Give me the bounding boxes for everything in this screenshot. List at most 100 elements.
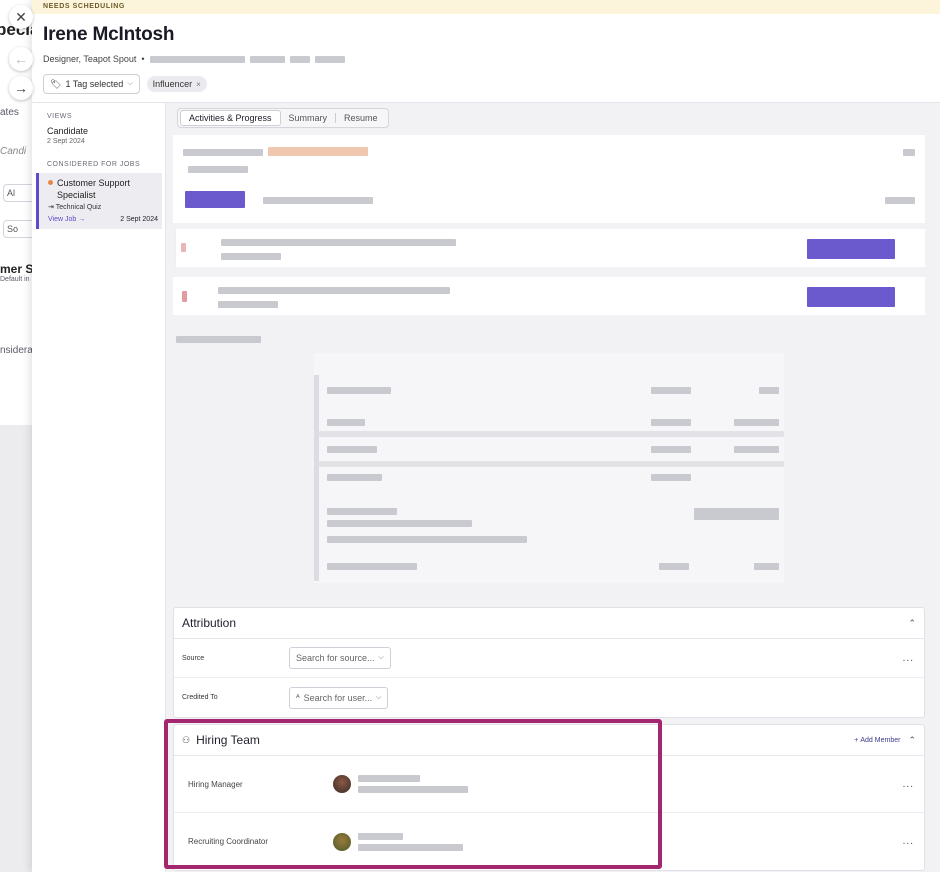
- credited-label: Credited To: [182, 694, 218, 701]
- hiring-team-header: ⚇ Hiring Team + Add Member ⌃: [174, 725, 924, 756]
- more-options-icon[interactable]: ...: [903, 653, 914, 664]
- redacted-text: [183, 149, 263, 156]
- remove-tag-icon[interactable]: ×: [196, 80, 201, 89]
- attribution-header[interactable]: Attribution ⌃: [174, 608, 924, 639]
- view-item-date: 2 Sept 2024: [47, 138, 85, 145]
- redacted-badge: [807, 287, 895, 307]
- status-banner: NEEDS SCHEDULING: [32, 0, 940, 14]
- view-item-title: Candidate: [47, 126, 89, 136]
- redacted-text: [885, 197, 915, 204]
- separator-bullet: •: [141, 54, 145, 64]
- arrow-left-icon: ←: [14, 51, 28, 67]
- status-dot: [48, 180, 53, 185]
- bg-text: ates: [0, 107, 19, 118]
- more-options-icon[interactable]: ...: [903, 779, 914, 790]
- activity-card: [173, 229, 925, 267]
- redacted-badge: [807, 239, 895, 259]
- redacted-marker: [181, 243, 186, 252]
- bg-considered-text: nsidera: [0, 345, 33, 356]
- redacted-text: [221, 239, 456, 246]
- view-item-candidate[interactable]: Candidate 2 Sept 2024: [32, 120, 165, 145]
- candidate-subtitle: Designer, Teapot Spout •: [43, 54, 929, 64]
- avatar: [333, 775, 351, 793]
- redacted-contact: [289, 55, 310, 63]
- hiring-team-title: Hiring Team: [196, 733, 260, 747]
- redacted-text: [176, 336, 261, 343]
- redacted-name: [358, 832, 403, 840]
- redacted-name: [358, 775, 420, 782]
- bg-search-text: Candi: [0, 146, 27, 157]
- avatar: [333, 832, 351, 851]
- more-options-icon[interactable]: ...: [903, 836, 914, 847]
- job-date: 2 Sept 2024: [120, 216, 158, 223]
- chevron-up-icon[interactable]: ⌃: [908, 735, 916, 746]
- next-candidate-button[interactable]: →: [9, 76, 33, 100]
- credited-select[interactable]: ᴬ Search for user... ⌵: [289, 686, 389, 709]
- redacted-text: [903, 149, 915, 156]
- redacted-text: [188, 166, 248, 173]
- redacted-text: [218, 301, 278, 308]
- credited-row: Credited To ᴬ Search for user... ⌵: [174, 678, 924, 717]
- job-title: Customer Support Specialist: [57, 178, 131, 200]
- previous-candidate-button[interactable]: ←: [9, 47, 33, 71]
- candidate-left-nav: VIEWS Candidate 2 Sept 2024 CONSIDERED F…: [32, 103, 166, 872]
- member-role: Hiring Manager: [188, 779, 243, 789]
- tab-summary[interactable]: Summary: [281, 111, 336, 125]
- bg-job-sub: Default in: [0, 276, 30, 283]
- tag-icon: 🏷: [50, 78, 62, 89]
- team-member-row: Hiring Manager ...: [174, 756, 924, 813]
- job-card[interactable]: Customer Support Specialist ⇥ Technical …: [36, 173, 162, 229]
- tag-selector-label: 1 Tag selected: [65, 79, 124, 89]
- redacted-document: [314, 353, 784, 583]
- views-label: VIEWS: [47, 113, 73, 120]
- redacted-text: [263, 197, 373, 204]
- hiring-team-section: ⚇ Hiring Team + Add Member ⌃ Hiring Mana…: [173, 724, 925, 871]
- tag-pill[interactable]: Influencer ×: [146, 76, 207, 92]
- member-role: Recruiting Coordinator: [188, 837, 269, 846]
- user-search-icon: ᴬ: [296, 693, 300, 702]
- redacted-contact: [149, 55, 245, 63]
- redacted-email: [358, 843, 463, 851]
- redacted-marker: [182, 291, 187, 302]
- jobs-label: CONSIDERED FOR JOBS: [47, 161, 141, 168]
- chevron-down-icon: ⌵: [376, 693, 382, 701]
- tab-activities[interactable]: Activities & Progress: [180, 110, 281, 126]
- add-member-button[interactable]: + Add Member: [854, 737, 900, 744]
- arrow-right-icon: →: [14, 80, 28, 96]
- tab-resume[interactable]: Resume: [336, 111, 386, 125]
- source-row: Source Search for source... ⌵ ...: [174, 639, 924, 678]
- close-icon: ✕: [15, 8, 27, 25]
- stage-icon: ⇥: [48, 204, 54, 211]
- bg-job-title: mer S: [0, 262, 34, 276]
- tag-selector[interactable]: 🏷 1 Tag selected ⌵: [43, 74, 140, 94]
- redacted-text: [221, 253, 281, 260]
- view-job-link[interactable]: View Job →: [48, 216, 85, 223]
- candidate-role: Designer, Teapot Spout: [43, 54, 137, 64]
- attribution-section: Attribution ⌃ Source Search for source..…: [173, 607, 925, 718]
- redacted-text: [268, 147, 368, 156]
- team-icon: ⚇: [182, 734, 191, 745]
- chevron-up-icon[interactable]: ⌃: [908, 618, 916, 629]
- candidate-header: Irene McIntosh Designer, Teapot Spout • …: [32, 14, 940, 103]
- redacted-contact: [314, 55, 345, 63]
- activity-card: [173, 277, 925, 315]
- tag-pill-label: Influencer: [152, 79, 193, 89]
- redacted-badge: [185, 191, 245, 208]
- chevron-down-icon: ⌵: [127, 80, 133, 87]
- redacted-text: [218, 287, 450, 294]
- candidate-name: Irene McIntosh: [43, 24, 175, 45]
- job-stage: ⇥ Technical Quiz: [48, 204, 102, 211]
- main-content: Activities & Progress Summary Resume Att…: [166, 103, 940, 872]
- plus-icon: +: [854, 736, 859, 744]
- source-label: Source: [182, 654, 205, 662]
- team-member-row: Recruiting Coordinator ...: [174, 813, 924, 870]
- redacted-contact: [249, 55, 285, 63]
- chevron-down-icon: ⌵: [378, 654, 384, 661]
- candidate-drawer: NEEDS SCHEDULING Irene McIntosh Designer…: [32, 0, 940, 872]
- activity-card: [173, 135, 925, 223]
- content-tabs: Activities & Progress Summary Resume: [177, 108, 389, 128]
- close-drawer-button[interactable]: ✕: [9, 5, 33, 29]
- source-select[interactable]: Search for source... ⌵: [289, 647, 391, 669]
- redacted-email: [358, 786, 468, 793]
- attribution-title: Attribution: [182, 616, 237, 630]
